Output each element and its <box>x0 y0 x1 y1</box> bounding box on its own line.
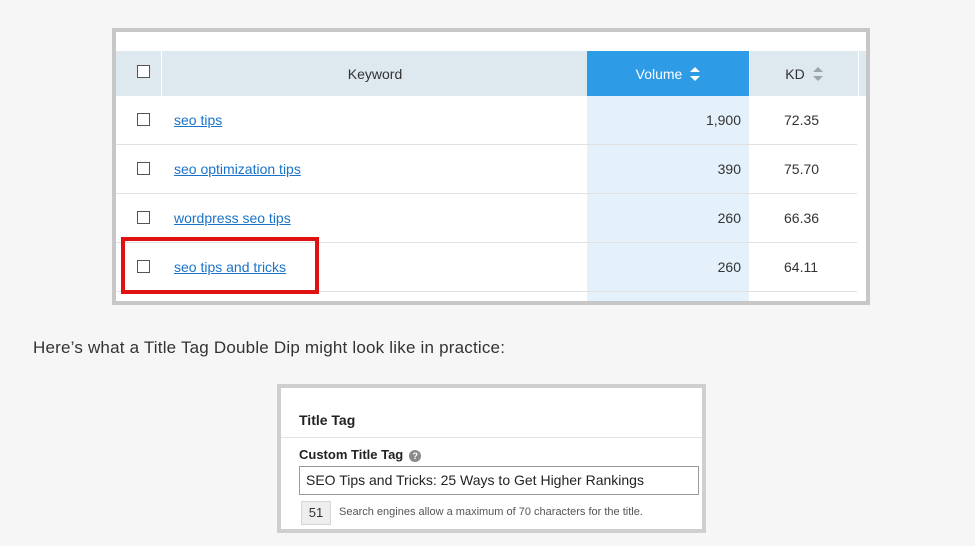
keyword-link[interactable]: wordpress seo tips <box>174 194 291 242</box>
caption-text: Here’s what a Title Tag Double Dip might… <box>33 338 506 357</box>
table-header: Keyword Volume KD <box>116 51 866 96</box>
panel-header: Title Tag <box>281 388 702 438</box>
volume-column-header[interactable]: Volume <box>587 51 749 96</box>
row-checkbox[interactable] <box>137 162 150 175</box>
highlight-annotation-box <box>121 237 319 294</box>
table-row: seo optimization tips 390 75.70 <box>116 145 857 194</box>
kd-value: 75.70 <box>784 161 820 177</box>
volume-value: 260 <box>717 210 741 226</box>
kd-column-header[interactable]: KD <box>749 51 859 96</box>
row-checkbox[interactable] <box>137 113 150 126</box>
select-all-checkbox[interactable] <box>137 65 150 78</box>
keyword-column-header[interactable]: Keyword <box>161 51 588 96</box>
volume-value: 260 <box>717 259 741 275</box>
row-checkbox[interactable] <box>137 211 150 224</box>
kd-value: 66.36 <box>784 210 820 226</box>
keyword-link[interactable]: seo optimization tips <box>174 145 301 193</box>
custom-title-tag-label: Custom Title Tag? <box>299 447 422 462</box>
table-row: wordpress seo tips 260 66.36 <box>116 194 857 243</box>
title-tag-input[interactable]: SEO Tips and Tricks: 25 Ways to Get High… <box>299 466 699 495</box>
title-tag-screenshot: Title Tag Custom Title Tag? SEO Tips and… <box>277 384 706 533</box>
keyword-link[interactable]: seo tips <box>174 96 222 144</box>
volume-value: 390 <box>717 161 741 177</box>
table-row: seo tips 1,900 72.35 <box>116 96 857 145</box>
question-circle-icon[interactable]: ? <box>409 449 422 462</box>
panel-title: Title Tag <box>299 412 356 428</box>
character-count-badge: 51 <box>301 501 331 525</box>
sort-icon <box>690 66 701 81</box>
sort-icon <box>812 66 823 81</box>
kd-value: 64.11 <box>784 259 818 275</box>
character-limit-hint: Search engines allow a maximum of 70 cha… <box>339 506 643 518</box>
kd-value: 72.35 <box>784 112 820 128</box>
volume-value: 1,900 <box>705 112 741 128</box>
